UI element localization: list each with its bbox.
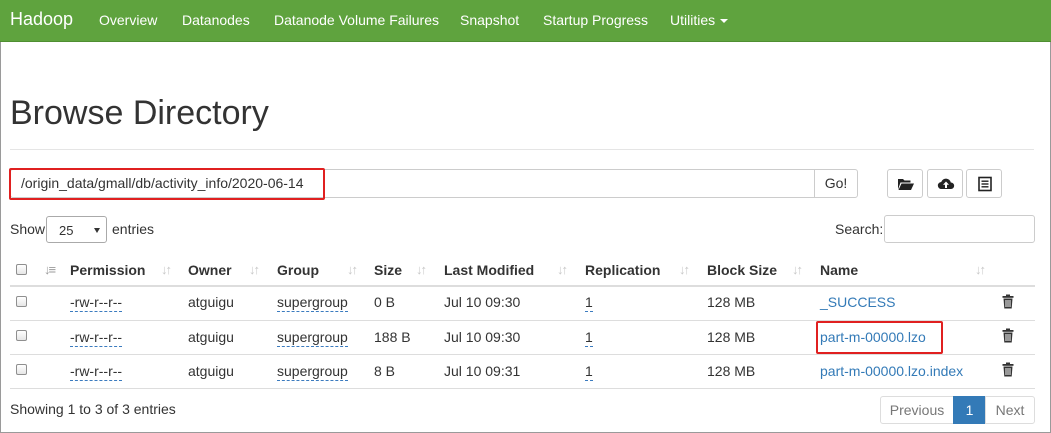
row-last-modified: Jul 10 09:31 <box>444 363 521 379</box>
go-button[interactable]: Go! <box>814 169 858 198</box>
row-replication[interactable]: 1 <box>585 363 593 381</box>
nav-datanode-volume-failures[interactable]: Datanode Volume Failures <box>274 12 439 28</box>
col-last-modified[interactable]: Last Modified <box>444 262 534 278</box>
caret-down-icon <box>720 19 729 24</box>
sort-icon[interactable]: ↓↑ <box>347 262 358 277</box>
search-label: Search: <box>835 221 884 237</box>
col-size[interactable]: Size <box>374 262 402 278</box>
nav-utilities[interactable]: Utilities <box>670 12 729 28</box>
row-checkbox[interactable] <box>16 296 27 307</box>
col-replication[interactable]: Replication <box>585 262 660 278</box>
row-owner: atguigu <box>188 363 234 379</box>
row-replication[interactable]: 1 <box>585 294 593 312</box>
row-last-modified: Jul 10 09:30 <box>444 329 521 345</box>
trash-icon[interactable] <box>1002 328 1014 343</box>
col-permission[interactable]: Permission <box>70 262 145 278</box>
entries-per-page-value: 25 <box>59 223 74 238</box>
table-bottom-divider <box>10 388 1035 389</box>
list-alt-icon <box>978 176 992 192</box>
row-size: 0 B <box>374 294 396 310</box>
row-group[interactable]: supergroup <box>277 363 348 381</box>
row-owner: atguigu <box>188 294 234 310</box>
row-block-size: 128 MB <box>707 363 756 379</box>
directory-path-input[interactable]: /origin_data/gmall/db/activity_info/2020… <box>10 169 815 198</box>
folder-open-icon <box>898 179 914 190</box>
pagination-page-1[interactable]: 1 <box>953 396 986 424</box>
pagination-previous[interactable]: Previous <box>880 396 954 424</box>
row-name-link[interactable]: part-m-00000.lzo.index <box>820 363 963 379</box>
sort-icon[interactable]: ↓↑ <box>792 262 803 277</box>
row-block-size: 128 MB <box>707 294 756 310</box>
trash-icon[interactable] <box>1002 362 1014 377</box>
nav-snapshot[interactable]: Snapshot <box>460 12 519 28</box>
sort-icon[interactable]: ↓↑ <box>249 262 260 277</box>
entries-label: entries <box>112 221 155 237</box>
row-last-modified: Jul 10 09:30 <box>444 294 521 310</box>
row-block-size: 128 MB <box>707 329 756 345</box>
nav-startup-progress[interactable]: Startup Progress <box>543 12 648 28</box>
sort-icon[interactable]: ↓↑ <box>679 262 690 277</box>
row-divider <box>10 354 1035 355</box>
cut-paste-button[interactable] <box>966 169 1002 198</box>
sort-icon[interactable]: ↓↑ <box>557 262 568 277</box>
row-permission[interactable]: -rw-r--r-- <box>70 329 123 347</box>
row-divider <box>10 320 1035 321</box>
row-permission[interactable]: -rw-r--r-- <box>70 294 123 312</box>
col-name[interactable]: Name <box>820 262 858 278</box>
trash-icon[interactable] <box>1002 294 1014 309</box>
row-group[interactable]: supergroup <box>277 329 348 347</box>
table-header-divider <box>10 285 1035 287</box>
row-permission[interactable]: -rw-r--r-- <box>70 363 123 381</box>
pagination-next[interactable]: Next <box>985 396 1035 424</box>
row-name-link[interactable]: part-m-00000.lzo <box>820 329 926 345</box>
row-group[interactable]: supergroup <box>277 294 348 312</box>
brand-logo[interactable]: Hadoop <box>10 9 73 30</box>
row-replication[interactable]: 1 <box>585 329 593 347</box>
sort-icon[interactable]: ↓↑ <box>161 262 172 277</box>
cloud-upload-icon <box>937 178 955 190</box>
row-size: 8 B <box>374 363 396 379</box>
col-group[interactable]: Group <box>277 262 319 278</box>
show-label: Show <box>10 221 46 237</box>
row-owner: atguigu <box>188 329 234 345</box>
nav-datanodes[interactable]: Datanodes <box>182 12 250 28</box>
upload-files-button[interactable] <box>927 169 963 198</box>
sort-icon[interactable]: ↓↑ <box>416 262 427 277</box>
nav-utilities-label: Utilities <box>670 12 716 28</box>
col-owner[interactable]: Owner <box>188 262 232 278</box>
entries-per-page-select[interactable]: 25 <box>46 216 107 243</box>
sort-icon[interactable]: ↓↑ <box>975 262 986 277</box>
row-size: 188 B <box>374 329 411 345</box>
select-arrow-icon <box>94 228 100 233</box>
search-input[interactable] <box>884 215 1035 243</box>
table-info: Showing 1 to 3 of 3 entries <box>10 401 176 417</box>
page-title: Browse Directory <box>10 94 269 132</box>
title-divider <box>10 149 1034 150</box>
sort-asc-icon[interactable]: ↓≡ <box>44 262 56 277</box>
row-checkbox[interactable] <box>16 364 27 375</box>
navbar: Hadoop Overview Datanodes Datanode Volum… <box>0 0 1051 42</box>
row-checkbox[interactable] <box>16 330 27 341</box>
select-all-checkbox[interactable] <box>16 264 27 275</box>
nav-overview[interactable]: Overview <box>99 12 157 28</box>
row-name-link[interactable]: _SUCCESS <box>820 294 895 310</box>
create-directory-button[interactable] <box>887 169 923 198</box>
col-block-size[interactable]: Block Size <box>707 262 777 278</box>
